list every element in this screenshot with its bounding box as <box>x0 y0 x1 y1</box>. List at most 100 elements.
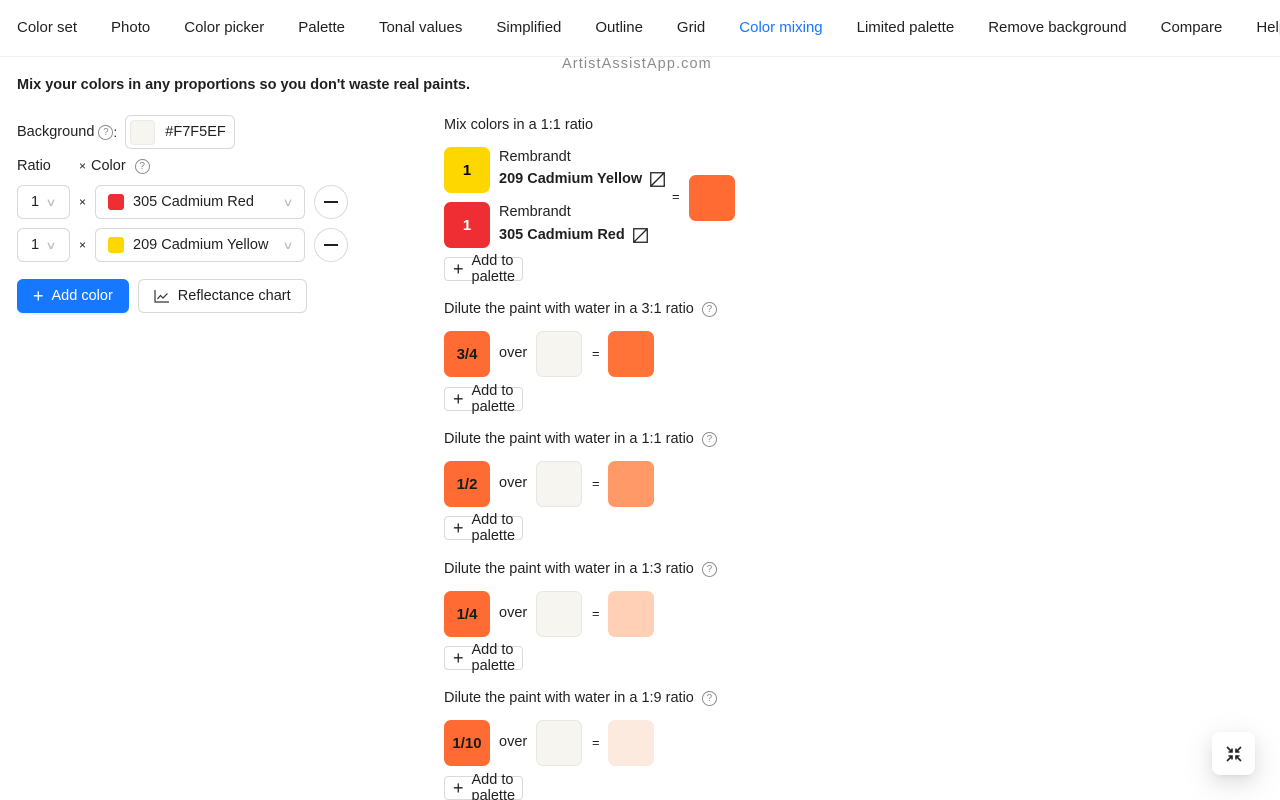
add-to-palette-button[interactable]: + Add to palette <box>444 512 524 544</box>
add-to-palette-label: Add to palette <box>471 512 516 544</box>
tab-compare[interactable]: Compare <box>1161 0 1223 56</box>
question-circle-icon[interactable]: ? <box>701 301 717 317</box>
paint-ratio-chip: 1 <box>444 147 490 193</box>
paint-name-text: 305 Cadmium Red <box>499 227 625 243</box>
question-circle-icon[interactable]: ? <box>701 690 717 706</box>
paint-name: 209 Cadmium Yellow <box>499 171 666 187</box>
background-colon: : <box>113 124 118 140</box>
equals-sign: = <box>592 606 600 621</box>
color-header: Color <box>91 158 126 174</box>
watermark: ArtistAssistApp.com <box>562 56 712 72</box>
ratio-value: 1 <box>31 194 40 210</box>
plus-icon: + <box>453 778 464 798</box>
color-swatch <box>108 194 124 210</box>
paper-swatch <box>536 331 582 377</box>
paper-swatch <box>536 591 582 637</box>
plus-icon: + <box>33 285 44 306</box>
question-circle-icon[interactable]: ? <box>98 124 114 140</box>
equals-sign: = <box>672 189 680 204</box>
paint-brand: Rembrandt <box>499 149 571 165</box>
intro-text: Mix your colors in any proportions so yo… <box>17 77 471 93</box>
over-label: over <box>499 345 528 361</box>
edit-square-icon[interactable] <box>650 171 666 187</box>
question-circle-icon[interactable]: ? <box>701 431 717 447</box>
question-circle-icon[interactable]: ? <box>701 561 717 577</box>
question-circle-icon[interactable]: ? <box>134 158 150 174</box>
tab-bar: Color set Photo Color picker Palette Ton… <box>0 0 1280 57</box>
tab-color-picker[interactable]: Color picker <box>184 0 264 56</box>
plus-icon: + <box>453 648 464 668</box>
line-chart-icon <box>154 290 169 303</box>
tab-help[interactable]: Help <box>1256 0 1280 56</box>
background-color-picker[interactable]: #F7F5EF <box>125 115 235 149</box>
paint-brand: Rembrandt <box>499 204 571 220</box>
reflectance-chart-button[interactable]: Reflectance chart <box>137 279 307 313</box>
color-select[interactable]: 209 Cadmium Yellow ∨ <box>95 228 305 262</box>
paint-fraction-chip: 1/2 <box>444 461 490 507</box>
tab-color-mixing[interactable]: Color mixing <box>722 0 841 56</box>
tab-grid[interactable]: Grid <box>677 0 705 56</box>
fullscreen-exit-button[interactable] <box>1212 732 1255 775</box>
color-name: 209 Cadmium Yellow <box>133 237 269 253</box>
add-to-palette-label: Add to palette <box>471 383 516 415</box>
paint-fraction-chip: 3/4 <box>444 331 490 377</box>
tab-outline[interactable]: Outline <box>595 0 643 56</box>
add-to-palette-button[interactable]: + Add to palette <box>444 772 524 800</box>
tab-color-set[interactable]: Color set <box>17 0 77 56</box>
tab-palette[interactable]: Palette <box>298 0 345 56</box>
dilution-title: Dilute the paint with water in a 3:1 rat… <box>444 301 717 317</box>
color-swatch <box>108 237 124 253</box>
add-to-palette-button[interactable]: + Add to palette <box>444 383 524 415</box>
action-buttons: + Add color Reflectance chart <box>17 279 307 313</box>
diluted-color-swatch <box>608 331 654 377</box>
over-label: over <box>499 605 528 621</box>
dilution-title-text: Dilute the paint with water in a 1:1 rat… <box>444 431 694 447</box>
plus-icon: + <box>453 518 464 538</box>
ratio-select[interactable]: 1 ∨ <box>17 228 70 262</box>
tab-remove-background[interactable]: Remove background <box>988 0 1126 56</box>
diluted-color-swatch <box>608 591 654 637</box>
diluted-color-swatch <box>608 720 654 766</box>
dilution-title: Dilute the paint with water in a 1:3 rat… <box>444 561 717 577</box>
background-row: Background ? : #F7F5EF <box>17 115 235 149</box>
reflectance-chart-label: Reflectance chart <box>177 288 291 304</box>
tab-tonal-values[interactable]: Tonal values <box>379 0 462 56</box>
paint-fraction-chip: 1/4 <box>444 591 490 637</box>
paper-swatch <box>536 720 582 766</box>
remove-color-button[interactable] <box>314 228 348 262</box>
times-sign: × <box>78 195 86 209</box>
chevron-down-icon: ∨ <box>45 239 57 252</box>
dilution-title: Dilute the paint with water in a 1:9 rat… <box>444 690 717 706</box>
add-to-palette-label: Add to palette <box>471 253 516 285</box>
equals-sign: = <box>592 346 600 361</box>
equals-sign: = <box>592 476 600 491</box>
paint-name: 305 Cadmium Red <box>499 227 648 243</box>
ratio-select[interactable]: 1 ∨ <box>17 185 70 219</box>
add-to-palette-label: Add to palette <box>471 642 516 674</box>
minus-icon <box>324 201 338 203</box>
mixed-color-swatch <box>689 175 735 221</box>
remove-color-button[interactable] <box>314 185 348 219</box>
color-select[interactable]: 305 Cadmium Red ∨ <box>95 185 305 219</box>
background-label: Background <box>17 124 95 140</box>
color-name: 305 Cadmium Red <box>133 194 254 210</box>
add-to-palette-label: Add to palette <box>471 772 516 800</box>
mix-row: 1 ∨ × 209 Cadmium Yellow ∨ <box>17 228 348 262</box>
dilution-title-text: Dilute the paint with water in a 1:3 rat… <box>444 561 694 577</box>
dilution-title-text: Dilute the paint with water in a 3:1 rat… <box>444 301 694 317</box>
add-color-button[interactable]: + Add color <box>17 279 129 313</box>
tab-limited-palette[interactable]: Limited palette <box>857 0 955 56</box>
minus-icon <box>324 244 338 246</box>
over-label: over <box>499 475 528 491</box>
tab-photo[interactable]: Photo <box>111 0 150 56</box>
edit-square-icon[interactable] <box>632 227 648 243</box>
mix-title: Mix colors in a 1:1 ratio <box>444 117 594 133</box>
add-to-palette-button[interactable]: + Add to palette <box>444 253 524 285</box>
add-to-palette-button[interactable]: + Add to palette <box>444 642 524 674</box>
tab-simplified[interactable]: Simplified <box>496 0 561 56</box>
dilution-title: Dilute the paint with water in a 1:1 rat… <box>444 431 717 447</box>
over-label: over <box>499 734 528 750</box>
equals-sign: = <box>592 735 600 750</box>
paint-fraction-chip: 1/10 <box>444 720 490 766</box>
paint-name-text: 209 Cadmium Yellow <box>499 171 643 187</box>
